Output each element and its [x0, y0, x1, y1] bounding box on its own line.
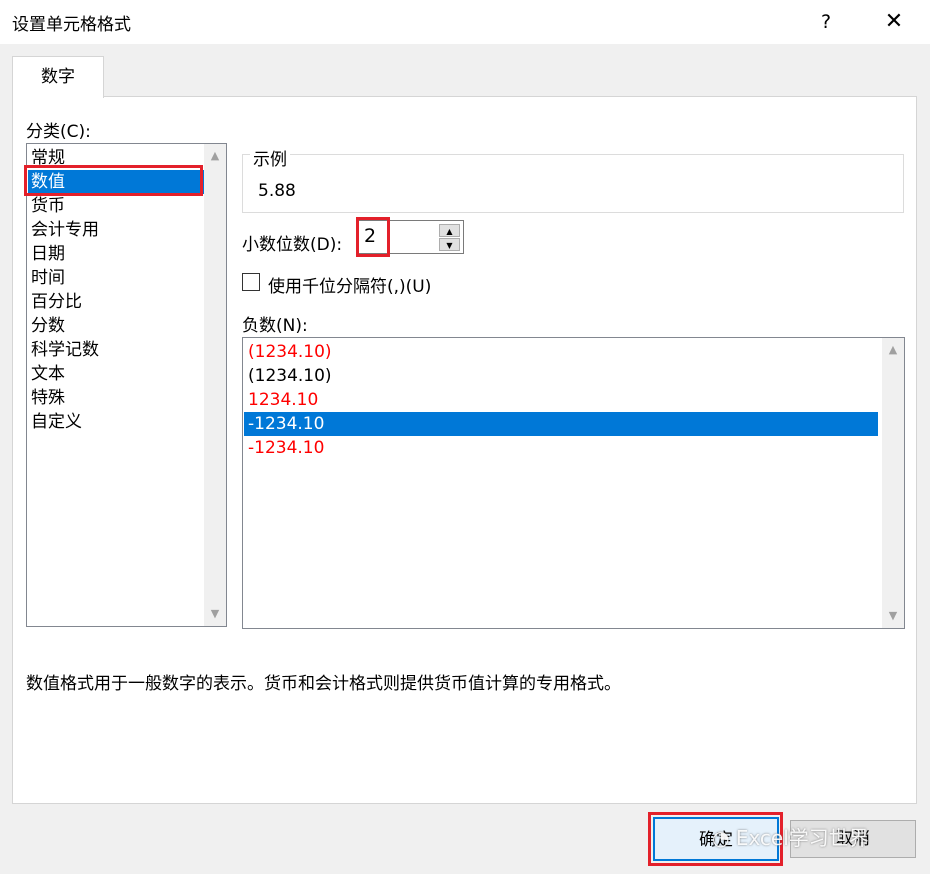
category-item-percentage[interactable]: 百分比 [31, 290, 82, 314]
tab-number[interactable]: 数字 [12, 56, 104, 98]
category-item-custom[interactable]: 自定义 [31, 410, 82, 434]
category-item-time[interactable]: 时间 [31, 266, 65, 290]
category-item-text[interactable]: 文本 [31, 362, 65, 386]
negative-item[interactable]: -1234.10 [244, 436, 878, 460]
scroll-up-icon[interactable]: ▲ [882, 340, 904, 360]
scroll-down-icon[interactable]: ▼ [204, 604, 226, 624]
scroll-up-icon[interactable]: ▲ [204, 146, 226, 166]
thousands-separator-label: 使用千位分隔符(,)(U) [268, 277, 432, 297]
tab-number-label: 数字 [41, 67, 75, 87]
category-item-special[interactable]: 特殊 [31, 386, 65, 410]
spin-up-icon[interactable]: ▲ [439, 224, 460, 237]
wechat-icon: ◔ [712, 826, 730, 850]
negative-numbers-list[interactable]: (1234.10) (1234.10) 1234.10 -1234.10 -12… [242, 337, 905, 629]
watermark: ◔ Excel学习世界 [712, 822, 869, 851]
dialog-title: 设置单元格格式 [12, 15, 131, 35]
spin-down-icon[interactable]: ▼ [439, 238, 460, 251]
decimal-places-label: 小数位数(D): [242, 235, 343, 255]
category-item-accounting[interactable]: 会计专用 [31, 218, 99, 242]
category-scrollbar[interactable]: ▲ ▼ [204, 144, 226, 626]
thousands-separator-checkbox[interactable] [242, 273, 260, 291]
category-list[interactable]: 常规 数值 货币 会计专用 日期 时间 百分比 分数 科学记数 文本 特殊 自定… [26, 143, 227, 627]
negative-scrollbar[interactable]: ▲ ▼ [882, 338, 904, 628]
help-icon[interactable]: ? [808, 4, 844, 40]
category-item-currency[interactable]: 货币 [31, 194, 65, 218]
watermark-text: Excel学习世界 [735, 826, 869, 850]
category-item-scientific[interactable]: 科学记数 [31, 338, 99, 362]
format-description: 数值格式用于一般数字的表示。货币和会计格式则提供货币值计算的专用格式。 [26, 674, 621, 694]
highlight-box-decimal [356, 217, 390, 257]
sample-value: 5.88 [258, 181, 296, 201]
negative-item[interactable]: (1234.10) [244, 340, 878, 364]
sample-legend: 示例 [250, 145, 290, 170]
sample-group [242, 154, 904, 213]
negative-item[interactable]: (1234.10) [244, 364, 878, 388]
category-item-fraction[interactable]: 分数 [31, 314, 65, 338]
negative-item-selected[interactable]: -1234.10 [244, 412, 878, 436]
category-item-date[interactable]: 日期 [31, 242, 65, 266]
negative-item[interactable]: 1234.10 [244, 388, 878, 412]
scroll-down-icon[interactable]: ▼ [882, 606, 904, 626]
close-icon[interactable]: ✕ [872, 4, 916, 40]
title-bar: 设置单元格格式 ? ✕ [0, 0, 930, 44]
category-label: 分类(C): [26, 122, 91, 142]
highlight-box-category [24, 165, 203, 196]
negative-numbers-label: 负数(N): [242, 316, 308, 336]
